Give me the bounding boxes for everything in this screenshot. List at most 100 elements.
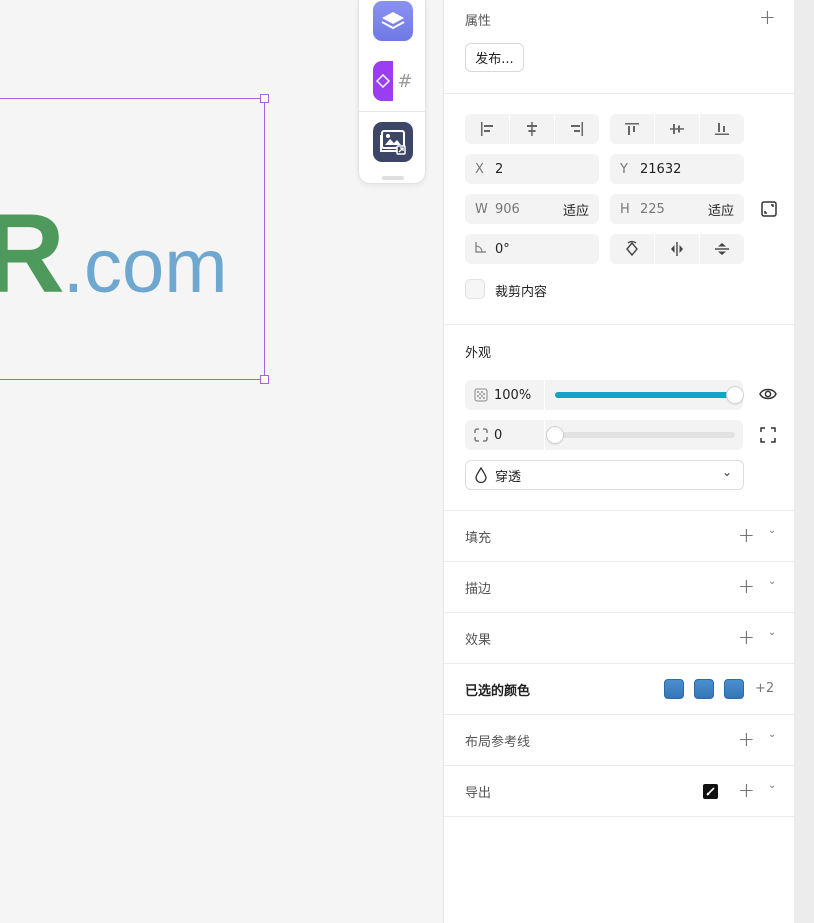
blend-mode-select[interactable]: 穿透 ⌄ — [465, 460, 744, 490]
width-field[interactable]: W 906 适应 — [465, 194, 599, 224]
fill-title: 填充 — [465, 531, 492, 546]
selected-colors-more[interactable]: +2 — [755, 681, 774, 696]
height-fit-dropdown[interactable]: 适应 — [708, 200, 734, 219]
constrain-proportions-button[interactable] — [760, 200, 778, 218]
rotate-icon — [626, 240, 638, 257]
layers-button[interactable] — [373, 1, 413, 41]
align-center-vertical-icon — [670, 124, 684, 134]
align-right-button[interactable] — [555, 114, 599, 144]
tool-divider — [359, 111, 425, 112]
eye-icon — [759, 388, 777, 400]
add-fill-icon[interactable]: + — [738, 525, 755, 545]
publish-button[interactable]: 发布... — [465, 43, 524, 72]
color-swatch-2[interactable] — [694, 679, 714, 699]
opacity-slider[interactable] — [555, 387, 743, 403]
add-export-icon[interactable]: + — [738, 780, 755, 800]
export-expand-chevron-icon[interactable]: ⌄ — [768, 780, 776, 791]
opacity-value[interactable]: 100% — [494, 388, 531, 403]
image-gallery-icon — [380, 130, 406, 155]
flip-vertical-button[interactable] — [700, 234, 744, 264]
opacity-field[interactable]: 100% — [465, 380, 545, 410]
opacity-slider-fill — [555, 392, 735, 398]
corner-radius-slider-knob[interactable] — [547, 427, 563, 443]
components-button[interactable]: # — [373, 61, 413, 101]
resize-handle-top-right[interactable] — [260, 94, 269, 103]
layout-guides-expand-chevron-icon[interactable]: ⌄ — [768, 729, 776, 740]
layout-guides-section[interactable]: 布局参考线 + ⌄ — [444, 715, 794, 766]
flip-horizontal-icon — [671, 242, 683, 256]
hash-icon: # — [397, 70, 413, 92]
x-label: X — [475, 161, 484, 177]
rotation-icon — [475, 241, 495, 257]
window-edge — [794, 0, 814, 923]
align-middle-button[interactable] — [655, 114, 700, 144]
w-value[interactable]: 906 — [495, 202, 520, 217]
align-bottom-button[interactable] — [700, 114, 744, 144]
x-position-field[interactable]: X 2 — [465, 154, 599, 184]
align-left-button[interactable] — [465, 114, 510, 144]
y-value[interactable]: 21632 — [640, 162, 681, 177]
properties-title: 属性 — [465, 14, 492, 29]
add-layout-guide-icon[interactable]: + — [738, 729, 755, 749]
color-swatch-1[interactable] — [664, 679, 684, 699]
corner-radius-field[interactable]: 0 — [465, 420, 545, 450]
export-section[interactable]: 导出 + ⌄ — [444, 766, 794, 817]
corner-radius-value[interactable]: 0 — [494, 428, 502, 443]
color-swatch-3[interactable] — [724, 679, 744, 699]
effects-section[interactable]: 效果 + ⌄ — [444, 613, 794, 664]
w-label: W — [475, 201, 488, 217]
drag-handle[interactable] — [382, 176, 404, 180]
x-value[interactable]: 2 — [495, 162, 503, 177]
image-export-button[interactable] — [373, 122, 413, 162]
selected-colors-title: 已选的颜色 — [465, 684, 531, 699]
fill-expand-chevron-icon[interactable]: ⌄ — [768, 525, 776, 536]
resize-handle-bottom-right[interactable] — [260, 375, 269, 384]
h-label: H — [620, 201, 630, 217]
clip-content-checkbox[interactable] — [465, 279, 485, 299]
opacity-slider-knob[interactable] — [727, 387, 743, 403]
properties-section: 属性 + 发布... — [444, 0, 794, 94]
height-field[interactable]: H 225 适应 — [610, 194, 744, 224]
align-bottom-icon — [715, 123, 729, 135]
clip-content-label: 裁剪内容 — [495, 285, 548, 300]
align-center-h-button[interactable] — [510, 114, 555, 144]
corner-radius-slider[interactable] — [547, 427, 735, 443]
h-value[interactable]: 225 — [640, 202, 665, 217]
slice-icon[interactable] — [703, 784, 718, 799]
fill-section[interactable]: 填充 + ⌄ — [444, 511, 794, 562]
blend-mode-value: 穿透 — [495, 469, 522, 485]
effects-expand-chevron-icon[interactable]: ⌄ — [768, 627, 776, 638]
align-top-icon — [625, 123, 639, 135]
visibility-toggle[interactable] — [759, 386, 777, 402]
stroke-title: 描边 — [465, 582, 492, 597]
chevron-down-icon: ⌄ — [721, 465, 732, 479]
flip-vertical-icon — [715, 243, 729, 255]
vertical-align-group — [610, 114, 744, 144]
horizontal-align-group — [465, 114, 599, 144]
resize-frame-icon — [761, 201, 777, 217]
independent-corners-button[interactable] — [760, 427, 776, 443]
add-effect-icon[interactable]: + — [738, 627, 755, 647]
rotation-field[interactable]: 0° — [465, 234, 599, 264]
selection-box[interactable] — [0, 98, 265, 380]
add-stroke-icon[interactable]: + — [738, 576, 755, 596]
flip-rotate-group — [610, 234, 744, 264]
effects-title: 效果 — [465, 633, 492, 648]
stroke-expand-chevron-icon[interactable]: ⌄ — [768, 576, 776, 587]
add-property-icon[interactable]: + — [759, 7, 776, 27]
independent-corners-icon — [760, 427, 776, 443]
export-title: 导出 — [465, 786, 492, 801]
component-diamond-icon — [373, 61, 393, 101]
stroke-section[interactable]: 描边 + ⌄ — [444, 562, 794, 613]
appearance-title: 外观 — [465, 346, 492, 361]
align-center-horizontal-icon — [527, 122, 537, 136]
flip-horizontal-button[interactable] — [655, 234, 700, 264]
width-fit-dropdown[interactable]: 适应 — [563, 200, 589, 219]
align-left-icon — [481, 122, 493, 136]
drop-icon — [475, 467, 487, 483]
rotate-button[interactable] — [610, 234, 655, 264]
y-position-field[interactable]: Y 21632 — [610, 154, 744, 184]
align-top-button[interactable] — [610, 114, 655, 144]
rotation-value[interactable]: 0° — [495, 242, 510, 257]
floating-tool-panel: # — [358, 0, 426, 184]
